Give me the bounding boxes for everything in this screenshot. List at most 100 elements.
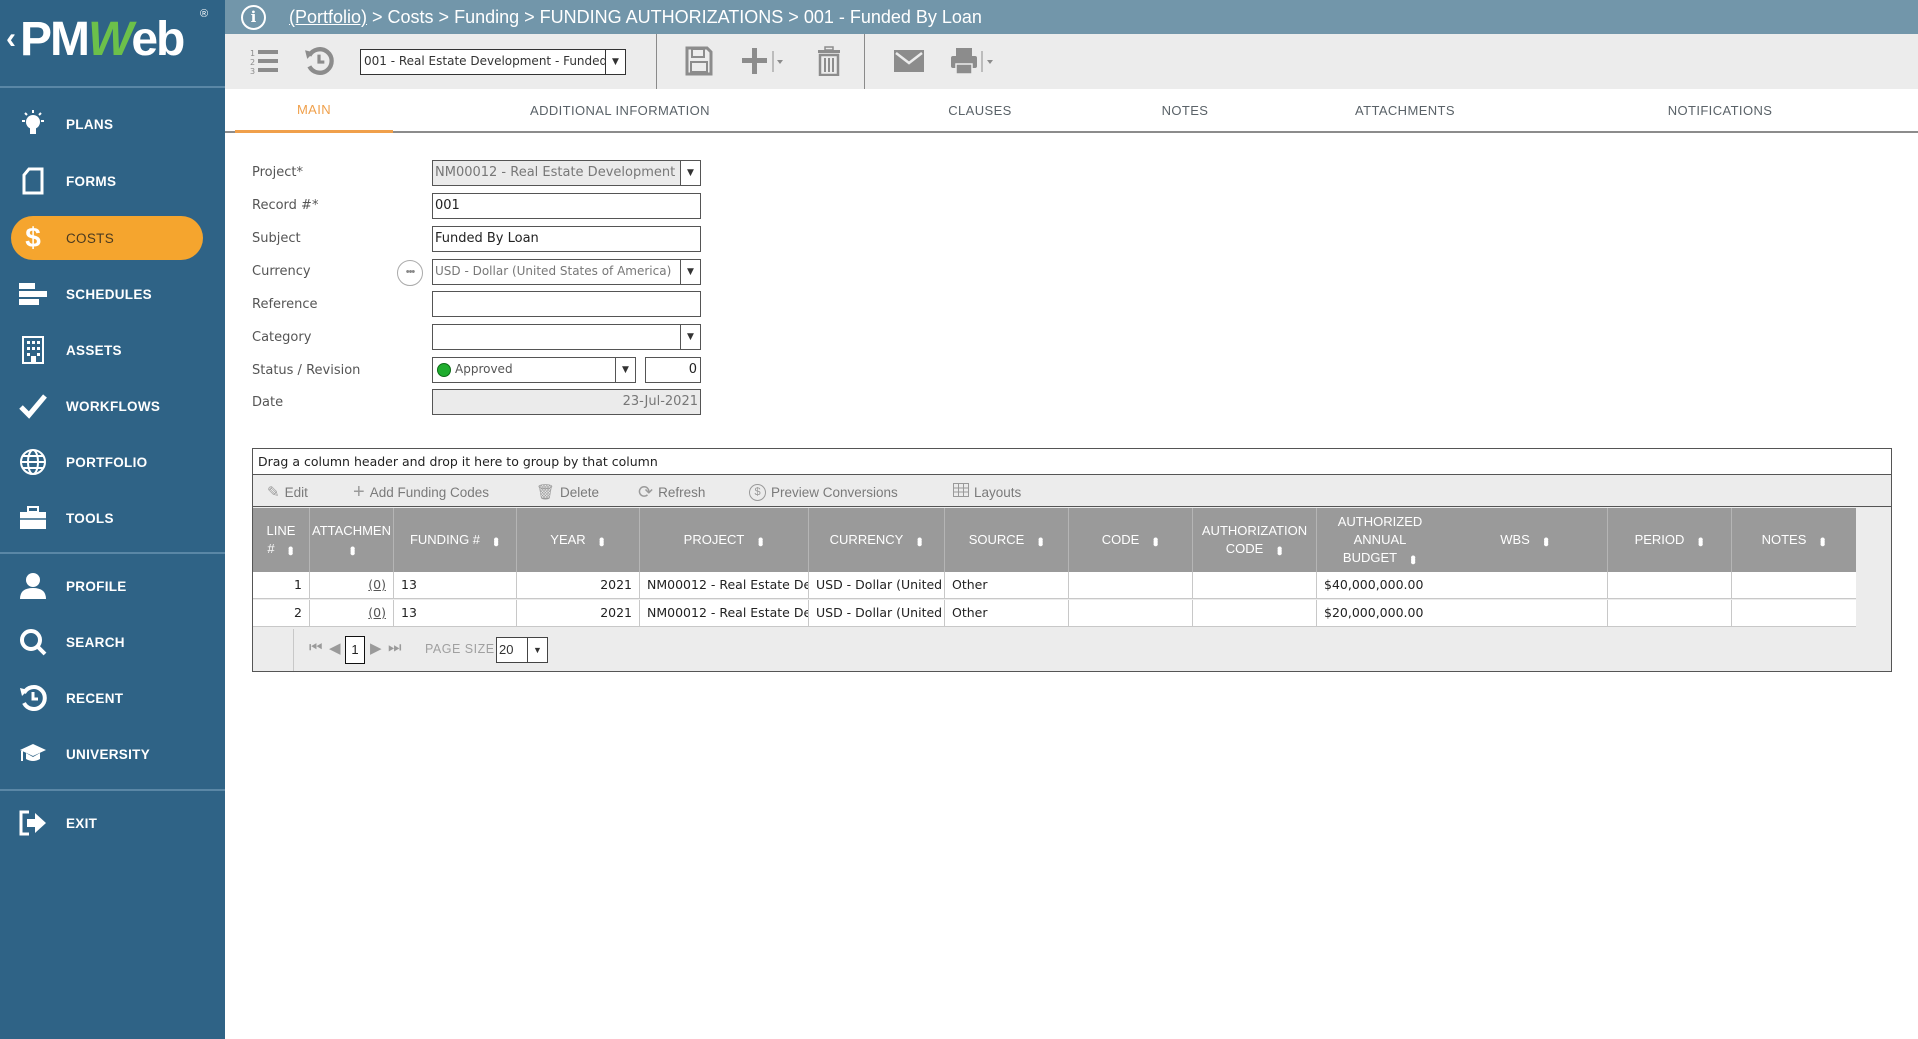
cell-currency: USD - Dollar (United States of America) [809, 600, 945, 627]
reference-input[interactable] [432, 291, 701, 317]
add-funding-codes-button[interactable]: + Add Funding Codes [353, 481, 489, 503]
previous-page-icon[interactable]: ◀ [329, 639, 341, 657]
sidebar-item-university[interactable]: UNIVERSITY [0, 732, 225, 776]
table-row[interactable]: 1 (0) 13 2021 NM00012 - Real Estate Deve… [253, 572, 1856, 599]
save-icon[interactable] [683, 44, 715, 78]
date-input[interactable]: 23-Jul-2021 [432, 389, 701, 415]
column-menu-icon[interactable]: ••• [593, 537, 610, 544]
column-header-wbs[interactable]: WBS ••• [1443, 508, 1608, 572]
chevron-down-icon[interactable]: ▼ [605, 50, 625, 74]
column-menu-icon[interactable]: ••• [487, 537, 504, 544]
grid-header: LINE # ••• ATTACHMEN ••• FUNDING # ••• YEAR •… [253, 508, 1856, 572]
column-menu-icon[interactable]: ••• [1146, 537, 1163, 544]
currency-more-button[interactable]: ••• [397, 260, 423, 286]
email-icon[interactable] [892, 44, 926, 78]
sidebar-item-costs[interactable]: $ COSTS [0, 216, 225, 260]
layouts-button[interactable]: Layouts [953, 481, 1021, 503]
sidebar-item-forms[interactable]: FORMS [0, 159, 225, 203]
tab-attachments[interactable]: ATTACHMENTS [1335, 89, 1475, 131]
column-header-project[interactable]: PROJECT ••• [640, 508, 809, 572]
table-row[interactable]: 2 (0) 13 2021 NM00012 - Real Estate Deve… [253, 600, 1856, 627]
first-page-icon[interactable]: ⏮ [309, 639, 323, 656]
chevron-down-icon[interactable]: ▼ [680, 161, 700, 185]
attachments-link[interactable]: (0) [368, 605, 386, 620]
tab-notes[interactable]: NOTES [1135, 89, 1235, 131]
column-header-funding[interactable]: FUNDING # ••• [394, 508, 517, 572]
group-by-drop-zone[interactable]: Drag a column header and drop it here to… [253, 449, 1891, 475]
column-header-code[interactable]: CODE ••• [1069, 508, 1193, 572]
delete-icon[interactable] [814, 44, 844, 78]
record-number-input[interactable]: 001 [432, 193, 701, 219]
tab-additional-information[interactable]: ADDITIONAL INFORMATION [515, 89, 725, 131]
sidebar-item-plans[interactable]: PLANS [0, 102, 225, 146]
cell-code [1069, 572, 1193, 599]
sidebar-item-search[interactable]: SEARCH [0, 620, 225, 664]
column-header-notes[interactable]: NOTES ••• [1732, 508, 1856, 572]
sidebar-item-tools[interactable]: TOOLS [0, 496, 225, 540]
category-select[interactable]: ▼ [432, 324, 701, 350]
category-label: Category [252, 330, 312, 345]
sidebar-item-exit[interactable]: EXIT [0, 801, 225, 845]
column-menu-icon[interactable]: ••• [1404, 555, 1421, 562]
subject-input[interactable]: Funded By Loan [432, 226, 701, 252]
column-menu-icon[interactable]: ••• [344, 546, 361, 553]
grid-layout-icon [953, 483, 969, 501]
column-menu-icon[interactable]: ••• [1270, 546, 1287, 553]
info-icon[interactable]: i [241, 5, 266, 30]
column-menu-icon[interactable]: ••• [751, 537, 768, 544]
column-header-authorized-annual-budget[interactable]: AUTHORIZED ANNUAL BUDGET ••• [1317, 508, 1443, 572]
column-menu-icon[interactable]: ••• [282, 546, 299, 553]
sidebar-item-recent[interactable]: RECENT [0, 676, 225, 720]
chevron-down-icon[interactable]: ▼ [615, 358, 635, 382]
currency-select[interactable]: USD - Dollar (United States of America) … [432, 259, 701, 285]
current-page-input[interactable]: 1 [345, 636, 365, 664]
attachments-link[interactable]: (0) [368, 577, 386, 592]
edit-button[interactable]: ✎ Edit [267, 481, 308, 503]
status-select[interactable]: Approved ▼ [432, 357, 636, 383]
column-menu-icon[interactable]: ••• [1691, 537, 1708, 544]
print-icon[interactable] [949, 44, 1001, 78]
checkmark-icon [18, 391, 48, 421]
chevron-down-icon[interactable]: ▼ [680, 325, 700, 349]
column-menu-icon[interactable]: ••• [1031, 537, 1048, 544]
column-menu-icon[interactable]: ••• [910, 537, 927, 544]
next-page-icon[interactable]: ▶ [370, 639, 382, 657]
column-menu-icon[interactable]: ••• [1537, 537, 1554, 544]
sidebar-item-label: WORKFLOWS [66, 398, 161, 414]
chevron-down-icon[interactable]: ▼ [527, 638, 547, 662]
column-menu-icon[interactable]: ••• [1813, 537, 1830, 544]
revision-input[interactable]: 0 [645, 357, 701, 383]
sidebar-item-profile[interactable]: PROFILE [0, 564, 225, 608]
column-header-source[interactable]: SOURCE ••• [945, 508, 1069, 572]
sidebar-item-workflows[interactable]: WORKFLOWS [0, 384, 225, 428]
preview-conversions-button[interactable]: $ Preview Conversions [749, 481, 898, 503]
layouts-label: Layouts [974, 484, 1022, 500]
tab-clauses[interactable]: CLAUSES [925, 89, 1035, 131]
column-header-currency[interactable]: CURRENCY ••• [809, 508, 945, 572]
last-page-icon[interactable]: ⏭ [388, 639, 402, 656]
sidebar-item-schedules[interactable]: SCHEDULES [0, 272, 225, 316]
column-header-attachments[interactable]: ATTACHMEN ••• [310, 508, 394, 572]
delete-button[interactable]: 🗑 Delete [536, 481, 599, 503]
sidebar-item-assets[interactable]: ASSETS [0, 328, 225, 372]
tab-main[interactable]: MAIN [235, 89, 393, 133]
add-icon[interactable] [740, 44, 790, 78]
refresh-button[interactable]: ⟳ Refresh [638, 481, 705, 503]
chevron-down-icon[interactable]: ▼ [680, 260, 700, 284]
grid-toolbar: ✎ Edit + Add Funding Codes 🗑 Delete ⟳ Refres… [253, 476, 1891, 507]
sidebar-item-portfolio[interactable]: PORTFOLIO [0, 440, 225, 484]
project-select[interactable]: NM00012 - Real Estate Development ▼ [432, 160, 701, 186]
cell-attachments: (0) [310, 600, 394, 627]
history-icon[interactable] [303, 44, 335, 78]
record-selector[interactable]: 001 - Real Estate Development - Funded B… [360, 49, 626, 75]
column-header-period[interactable]: PERIOD ••• [1608, 508, 1732, 572]
collapse-sidebar-icon[interactable]: ‹ [6, 22, 16, 56]
page-size-select[interactable]: 20 ▼ [496, 637, 548, 663]
column-header-year[interactable]: YEAR ••• [517, 508, 640, 572]
breadcrumb-portfolio-link[interactable]: (Portfolio) [289, 7, 367, 27]
column-header-authorization-code[interactable]: AUTHORIZATION CODE ••• [1193, 508, 1317, 572]
list-view-icon[interactable]: 123 [249, 44, 281, 78]
pmweb-logo[interactable]: ‹ PMWeb ® [0, 0, 225, 88]
column-header-line[interactable]: LINE # ••• [253, 508, 310, 572]
tab-notifications[interactable]: NOTIFICATIONS [1645, 89, 1795, 131]
